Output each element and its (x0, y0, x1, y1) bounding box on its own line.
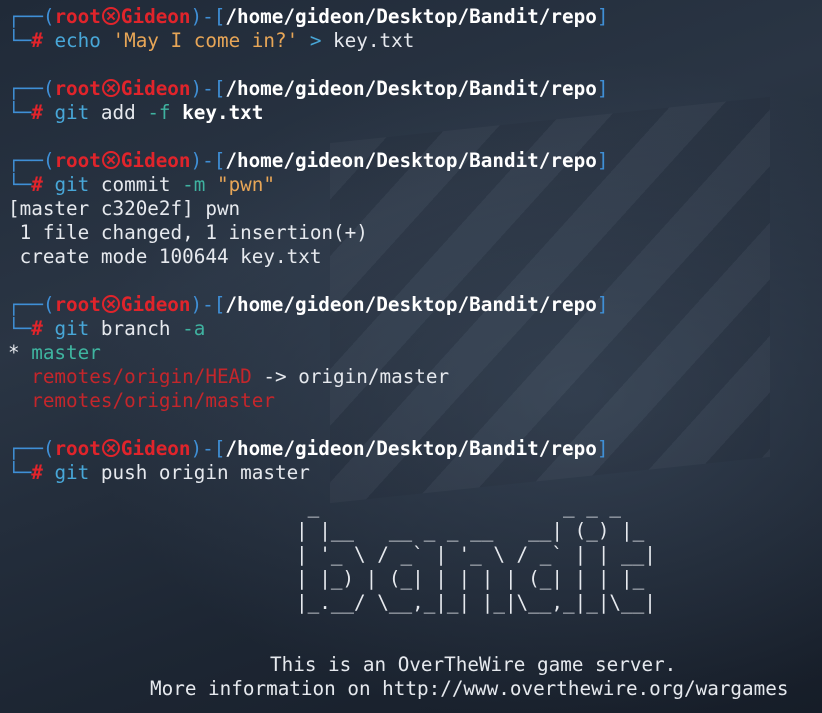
prompt-hash: # (31, 101, 55, 124)
prompt-user: root (54, 149, 101, 172)
prompt-user: root (54, 77, 101, 100)
banner-line: |_.__/ \__,_|_| |_|\__,_|_|\__| (296, 591, 656, 614)
command-name: echo (54, 29, 101, 52)
prompt-frame-bottom: └─ (8, 101, 32, 124)
prompt-host: Gideon (120, 293, 191, 316)
banner-line: | |__ __ _ _ __ __| (_) |_ (296, 519, 656, 542)
prompt-hash: # (31, 317, 55, 340)
command-arg (101, 29, 113, 52)
command-name: git (54, 101, 90, 124)
output-line: 1 file changed, 1 insertion(+) (8, 221, 368, 244)
command-arg: push origin master (89, 461, 310, 484)
prompt-host: Gideon (120, 437, 191, 460)
branch-name: remotes/origin/HEAD (8, 365, 252, 388)
prompt-close-bracket: ] (596, 149, 609, 172)
command-arg: branch (89, 317, 183, 340)
command-arg: > (309, 29, 322, 52)
prompt-frame-top: ┌──( (8, 149, 55, 172)
branch-target: -> origin/master (251, 365, 450, 388)
banner-line: | '_ \ / _` | '_ \ / _` | | __| (296, 543, 656, 566)
skull-icon (101, 7, 120, 25)
command-arg: 'May I come in?' (112, 29, 299, 52)
prompt-path: /home/gideon/Desktop/Bandit/repo (225, 149, 597, 172)
command-arg: -a (182, 317, 206, 340)
banner-line: _ _ _ _ (296, 495, 656, 518)
prompt-close-bracket: ] (596, 5, 609, 28)
skull-icon (101, 439, 120, 457)
branch-line-remote-master: remotes/origin/master (8, 389, 275, 412)
prompt-host: Gideon (120, 149, 191, 172)
skull-icon (101, 79, 120, 97)
prompt-frame-top: ┌──( (8, 77, 55, 100)
prompt-path: /home/gideon/Desktop/Bandit/repo (225, 5, 597, 28)
output-line: [master c320e2f] pwn (8, 197, 241, 220)
prompt-hash: # (31, 461, 55, 484)
prompt-close-bracket: ] (596, 77, 609, 100)
server-info-link[interactable]: More information on http://www.overthewi… (150, 677, 788, 701)
command-arg: -m (182, 173, 206, 196)
ascii-banner: _ _ _ _ | |__ __ _ _ __ __| (_) |_ | '_ … (296, 495, 656, 615)
prompt-frame-top: ┌──( (8, 5, 55, 28)
prompt-user: root (54, 5, 101, 28)
prompt-frame-bottom: └─ (8, 461, 32, 484)
command-arg: -f (147, 101, 171, 124)
command-arg (298, 29, 310, 52)
prompt-path: /home/gideon/Desktop/Bandit/repo (225, 293, 597, 316)
command-arg (171, 101, 183, 124)
prompt-separator: )-[ (190, 149, 226, 172)
command-line: └─# git push origin master (8, 461, 822, 485)
command-arg (205, 173, 217, 196)
banner-line: | |_) | (_| | | | | (_| | | |_ (296, 567, 656, 590)
branch-name: master (31, 341, 101, 364)
prompt-host: Gideon (120, 77, 191, 100)
prompt-frame-bottom: └─ (8, 317, 32, 340)
command-arg: key.txt (321, 29, 415, 52)
command-arg: commit (89, 173, 183, 196)
prompt-hash: # (31, 29, 55, 52)
prompt-hash: # (31, 173, 55, 196)
prompt-line: ┌──(root Gideon)-[/home/gideon/Desktop/Ba… (8, 293, 822, 317)
server-notice: This is an OverTheWire game server. (270, 653, 677, 676)
prompt-frame-bottom: └─ (8, 29, 32, 52)
prompt-frame-top: ┌──( (8, 437, 55, 460)
skull-icon (101, 151, 120, 169)
command-line: └─# echo 'May I come in?' > key.txt (8, 29, 822, 53)
prompt-close-bracket: ] (596, 437, 609, 460)
prompt-frame-bottom: └─ (8, 173, 32, 196)
branch-line-current: * master (8, 341, 822, 365)
prompt-path: /home/gideon/Desktop/Bandit/repo (225, 77, 597, 100)
prompt-line: ┌──(root Gideon)-[/home/gideon/Desktop/Ba… (8, 437, 822, 461)
prompt-separator: )-[ (190, 5, 226, 28)
command-line: └─# git add -f key.txt (8, 101, 822, 125)
command-line: └─# git commit -m "pwn" (8, 173, 822, 197)
prompt-user: root (54, 293, 101, 316)
command-name: git (54, 173, 90, 196)
branch-line-remote-head: remotes/origin/HEAD -> origin/master (8, 365, 822, 389)
prompt-line: ┌──(root Gideon)-[/home/gideon/Desktop/Ba… (8, 77, 822, 101)
command-line: └─# git branch -a (8, 317, 822, 341)
command-arg: add (89, 101, 148, 124)
output-line: create mode 100644 key.txt (8, 245, 322, 268)
prompt-host: Gideon (120, 5, 191, 28)
prompt-line: ┌──(root Gideon)-[/home/gideon/Desktop/Ba… (8, 149, 822, 173)
prompt-path: /home/gideon/Desktop/Bandit/repo (225, 437, 597, 460)
branch-marker: * (8, 341, 32, 364)
terminal-output[interactable]: ┌──(root Gideon)-[/home/gideon/Desktop/Ba… (0, 0, 822, 485)
prompt-separator: )-[ (190, 77, 226, 100)
prompt-user: root (54, 437, 101, 460)
skull-icon (101, 295, 120, 313)
command-arg: key.txt (182, 101, 264, 124)
prompt-frame-top: ┌──( (8, 293, 55, 316)
prompt-line: ┌──(root Gideon)-[/home/gideon/Desktop/Ba… (8, 5, 822, 29)
prompt-separator: )-[ (190, 293, 226, 316)
command-name: git (54, 317, 90, 340)
prompt-separator: )-[ (190, 437, 226, 460)
command-arg: "pwn" (216, 173, 276, 196)
command-name: git (54, 461, 90, 484)
prompt-close-bracket: ] (596, 293, 609, 316)
